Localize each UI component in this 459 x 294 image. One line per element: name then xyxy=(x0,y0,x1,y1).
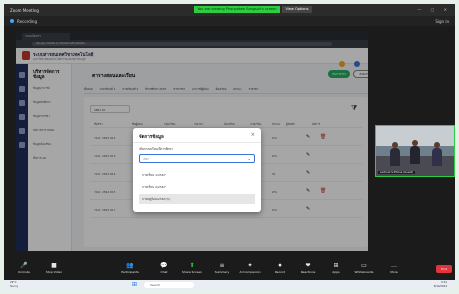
zoom-window: Zoom Meeting You are viewing Phonpakee S… xyxy=(4,4,455,290)
person-figure xyxy=(390,148,400,166)
heart-icon: ❤ xyxy=(305,262,311,269)
stop-video-label: Stop Video xyxy=(45,270,63,274)
participant-name-tag: Lecturer's iPhone (Guest) xyxy=(378,171,415,174)
term-option-highlighted[interactable]: ภาคฤดูร้อน/2567(3) xyxy=(139,194,255,204)
apps-button[interactable]: ⊞ Apps xyxy=(322,262,350,275)
term-option[interactable]: ภาคเรียน 1/2567 xyxy=(139,170,255,180)
signin-link[interactable]: Sign in xyxy=(435,19,449,24)
end-meeting-button[interactable]: End xyxy=(436,265,452,273)
close-icon[interactable]: × xyxy=(251,132,255,138)
summary-icon: ≡ xyxy=(219,262,225,269)
reactions-button[interactable]: ❤ Reactions xyxy=(294,262,322,275)
ai-companion-button[interactable]: ✦ AI Companion xyxy=(236,262,264,275)
apps-icon: ⊞ xyxy=(333,262,339,269)
whiteboard-icon: ▭ xyxy=(361,262,367,269)
manage-data-modal: จัดการข้อมูล × เลือกภาคเรียน/ปีการศึกษา … xyxy=(133,128,261,212)
microphone-icon: 🎤 xyxy=(20,262,28,269)
person-head xyxy=(412,140,418,146)
chevron-down-icon: ⌄ xyxy=(247,156,251,161)
term-select[interactable]: เลือก ⌄ xyxy=(139,154,255,163)
participants-label: Participants xyxy=(121,270,139,274)
video-camera-icon: ■ xyxy=(51,262,57,269)
window-controls[interactable]: — ▢ ✕ xyxy=(417,7,451,12)
share-screen-icon: ⬆ xyxy=(189,262,195,269)
whiteboards-label: Whiteboards xyxy=(354,270,374,274)
summary-button[interactable]: ≡ Summary xyxy=(208,262,236,275)
chat-label: Chat xyxy=(160,270,168,274)
weather-desc: Sunny xyxy=(10,285,19,288)
viewing-notice: You are viewing Phonpakee Sangsuk's scre… xyxy=(194,6,280,13)
person-figure xyxy=(432,148,442,166)
reactions-label: Reactions xyxy=(300,270,316,274)
ai-companion-label: AI Companion xyxy=(239,270,261,274)
unmute-label: Unmute xyxy=(18,270,30,274)
taskbar-search[interactable]: Search xyxy=(144,282,194,288)
more-icon: … xyxy=(391,262,397,269)
zoom-toolbar: 🎤 Unmute ■ Stop Video 👥 Participants 💬 Chat … xyxy=(4,260,455,280)
view-options-button[interactable]: View Options xyxy=(282,6,312,13)
ai-companion-icon: ✦ xyxy=(247,262,253,269)
share-screen-label: Share Screen xyxy=(182,270,202,274)
unmute-button[interactable]: 🎤 Unmute xyxy=(10,262,38,275)
modal-title: จัดการข้อมูล xyxy=(139,135,164,140)
record-icon: ⏺ xyxy=(278,262,282,269)
person-figure xyxy=(410,146,420,164)
windows-taskbar: 29°C Sunny ⊞ Search 9:51 8/14/2024 xyxy=(4,280,455,290)
weather-widget[interactable]: 29°C Sunny xyxy=(10,281,18,289)
participants-icon: 👥 xyxy=(126,262,134,269)
term-select-placeholder: เลือก xyxy=(143,157,150,161)
person-head xyxy=(434,142,440,148)
recording-label: Recording xyxy=(17,19,38,24)
clock-date: 8/14/2024 xyxy=(433,285,447,288)
taskbar-apps xyxy=(199,282,278,290)
apps-label: Apps xyxy=(332,270,340,274)
viewing-banner: You are viewing Phonpakee Sangsuk's scre… xyxy=(194,6,314,13)
window-title: Zoom Meeting xyxy=(10,8,39,13)
zoom-status-bar: Recording Sign in xyxy=(4,16,455,26)
zoom-title-bar: Zoom Meeting You are viewing Phonpakee S… xyxy=(4,4,455,16)
summary-label: Summary xyxy=(214,270,230,274)
record-label: Record xyxy=(274,270,286,274)
record-button[interactable]: ⏺ Record xyxy=(266,262,294,275)
more-label: More xyxy=(390,270,398,274)
chat-button[interactable]: 💬 Chat xyxy=(150,262,178,275)
whiteboards-button[interactable]: ▭ Whiteboards xyxy=(350,262,378,275)
recording-icon xyxy=(10,19,14,23)
more-button[interactable]: … More xyxy=(380,262,408,275)
stop-video-button[interactable]: ■ Stop Video xyxy=(40,262,68,275)
windows-start-icon[interactable]: ⊞ xyxy=(132,282,137,288)
participant-video[interactable]: Lecturer's iPhone (Guest) xyxy=(375,125,455,177)
modal-divider xyxy=(133,142,261,143)
chat-icon: 💬 xyxy=(160,262,168,269)
share-screen-button[interactable]: ⬆ Share Screen xyxy=(178,262,206,275)
term-field-label: เลือกภาคเรียน/ปีการศึกษา xyxy=(139,147,174,151)
system-clock[interactable]: 9:51 8/14/2024 xyxy=(434,281,447,289)
shared-screen: ระบบจัดการ dip.erp.rmutsb.ac.th/admin/ti… xyxy=(16,31,368,251)
person-head xyxy=(392,142,398,148)
participants-button[interactable]: 👥 Participants xyxy=(116,262,144,275)
term-option[interactable]: ภาคเรียน 2/2567 xyxy=(139,182,255,192)
